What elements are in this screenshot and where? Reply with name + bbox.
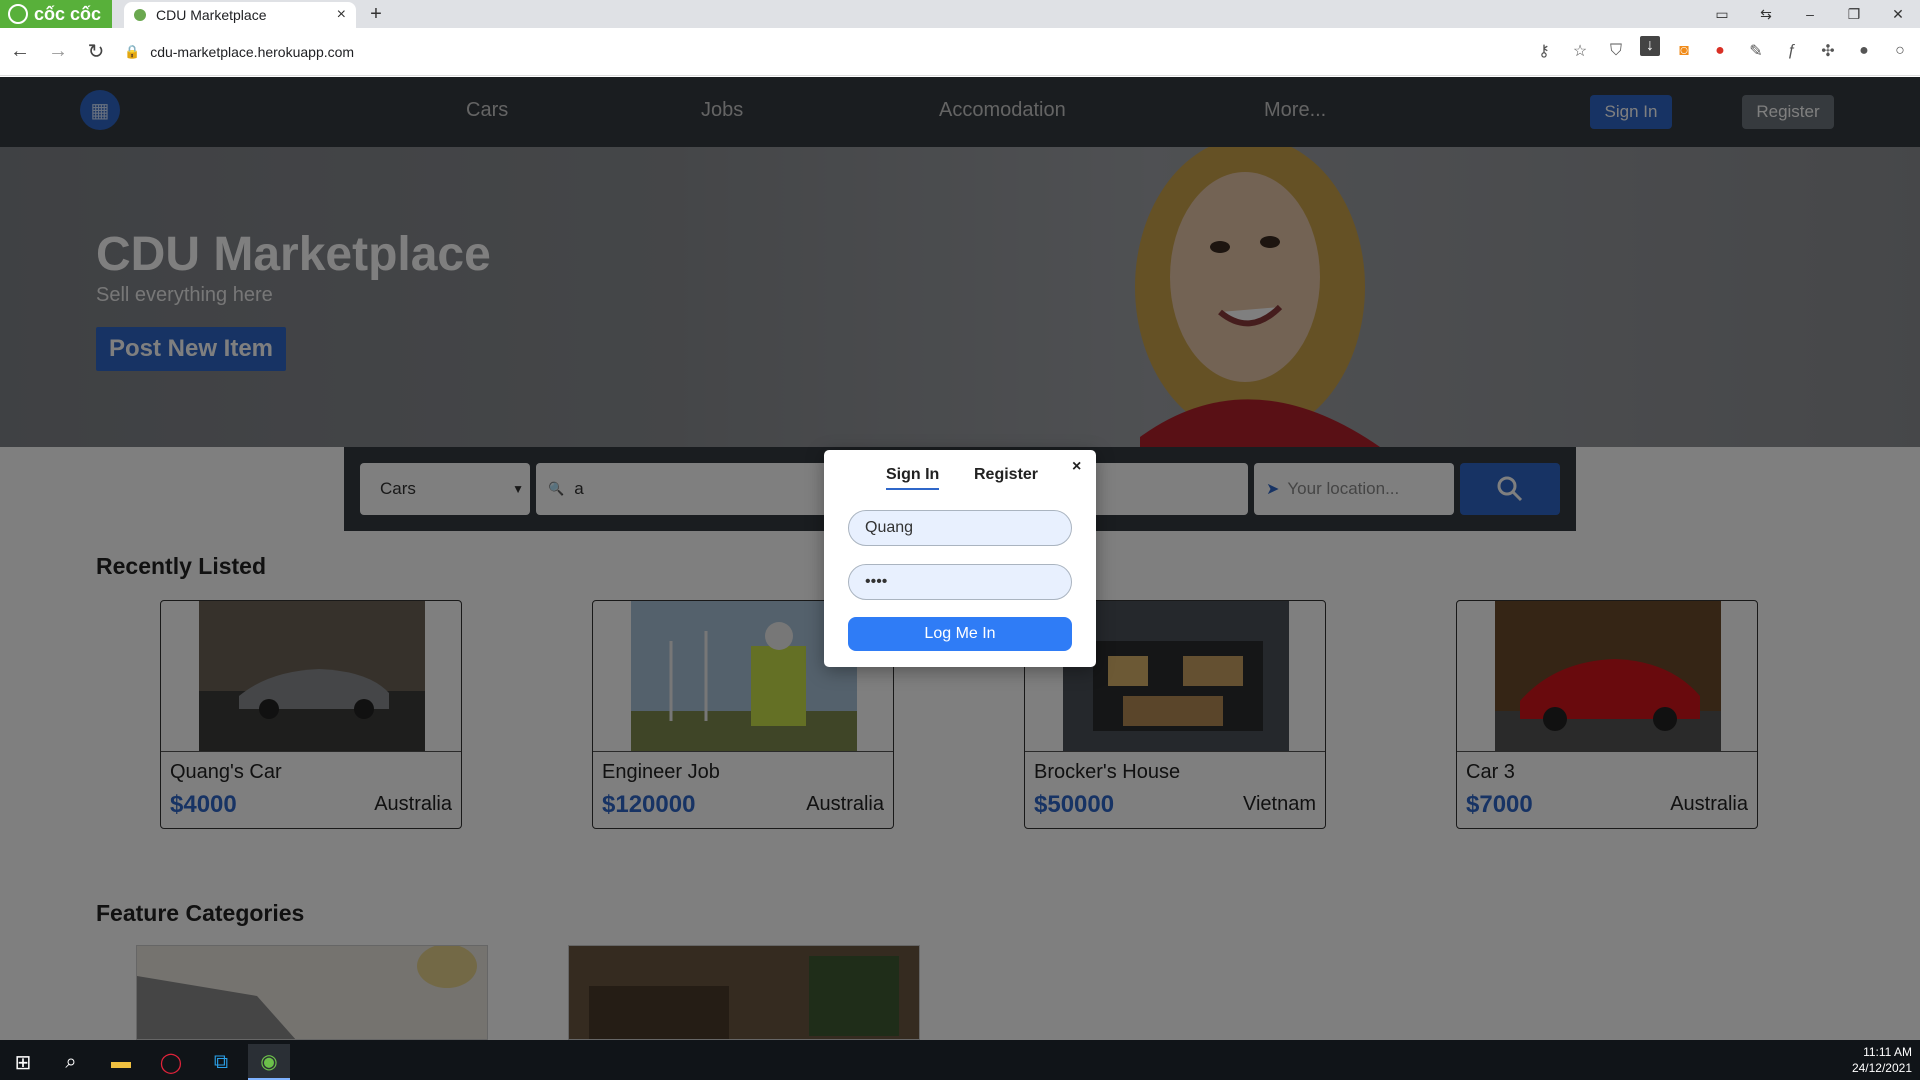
- brand-label: cốc cốc: [34, 3, 102, 24]
- coccoc-menu-button[interactable]: cốc cốc: [0, 0, 112, 28]
- taskbar: ⊞ ⌕ ▬ ◯ ⧉ ◉ 11:11 AM 24/12/2021: [0, 1040, 1920, 1080]
- signin-modal: Sign In Register × Quang •••• Log Me In: [824, 450, 1096, 667]
- opera-icon[interactable]: ◯: [150, 1044, 192, 1080]
- file-explorer-icon[interactable]: ▬: [100, 1044, 142, 1080]
- login-button[interactable]: Log Me In: [848, 617, 1072, 651]
- clock-time: 11:11 AM: [1863, 1045, 1912, 1059]
- coccoc-logo-icon: [8, 4, 28, 24]
- star-icon[interactable]: ☆: [1568, 36, 1592, 66]
- window-controls: ▭ ⇆ – ❐ ✕: [1700, 0, 1920, 28]
- minimize-button[interactable]: –: [1788, 6, 1832, 22]
- modal-tab-register[interactable]: Register: [974, 466, 1038, 484]
- puzzle-icon[interactable]: ✣: [1816, 36, 1840, 66]
- download-icon[interactable]: ↓: [1640, 36, 1660, 56]
- coccoc-taskbar-icon[interactable]: ◉: [248, 1044, 290, 1080]
- new-tab-button[interactable]: +: [364, 2, 388, 26]
- system-clock[interactable]: 11:11 AM 24/12/2021: [1852, 1044, 1912, 1076]
- modal-tab-signin[interactable]: Sign In: [886, 466, 940, 490]
- password-field[interactable]: ••••: [848, 564, 1072, 600]
- browser-tab[interactable]: CDU Marketplace ×: [124, 2, 356, 28]
- tab-title: CDU Marketplace: [156, 7, 267, 23]
- url-field[interactable]: 🔒 cdu-marketplace.herokuapp.com: [124, 35, 1484, 69]
- profile-icon[interactable]: ●: [1852, 36, 1876, 66]
- back-forward-icon[interactable]: ⇆: [1744, 6, 1788, 23]
- windows-start-icon[interactable]: ⊞: [2, 1044, 44, 1080]
- circle-icon[interactable]: ○: [1888, 36, 1912, 66]
- rss-icon[interactable]: ◙: [1672, 36, 1696, 66]
- browser-tabstrip: cốc cốc CDU Marketplace × + ▭ ⇆ – ❐ ✕: [0, 0, 1920, 28]
- screenshot-icon[interactable]: ▭: [1700, 6, 1744, 23]
- forward-icon[interactable]: →: [40, 34, 76, 70]
- lock-icon: 🔒: [124, 43, 141, 59]
- favicon-icon: [134, 9, 146, 21]
- url-text: cdu-marketplace.herokuapp.com: [150, 43, 355, 60]
- username-field[interactable]: Quang: [848, 510, 1072, 546]
- clock-date: 24/12/2021: [1851, 1061, 1912, 1075]
- pen-icon[interactable]: ✎: [1744, 36, 1768, 66]
- search-icon[interactable]: ⌕: [50, 1044, 92, 1080]
- vscode-icon[interactable]: ⧉: [200, 1044, 242, 1080]
- close-icon[interactable]: ×: [1072, 458, 1081, 476]
- back-icon[interactable]: ←: [2, 34, 38, 70]
- formula-icon[interactable]: ƒ: [1780, 36, 1804, 66]
- tab-close-icon[interactable]: ×: [337, 6, 346, 24]
- address-bar-row: ← → ↻ 🔒 cdu-marketplace.herokuapp.com ⚷ …: [0, 28, 1920, 76]
- shield-icon[interactable]: ⛉: [1604, 36, 1628, 66]
- key-icon[interactable]: ⚷: [1532, 36, 1556, 66]
- restore-button[interactable]: ❐: [1832, 6, 1876, 23]
- extension-toolbar: ⚷ ☆ ⛉ ↓ ◙ ● ✎ ƒ ✣ ● ○: [1532, 36, 1912, 66]
- reload-icon[interactable]: ↻: [78, 34, 114, 70]
- close-window-button[interactable]: ✕: [1876, 6, 1920, 23]
- adblock-icon[interactable]: ●: [1708, 36, 1732, 66]
